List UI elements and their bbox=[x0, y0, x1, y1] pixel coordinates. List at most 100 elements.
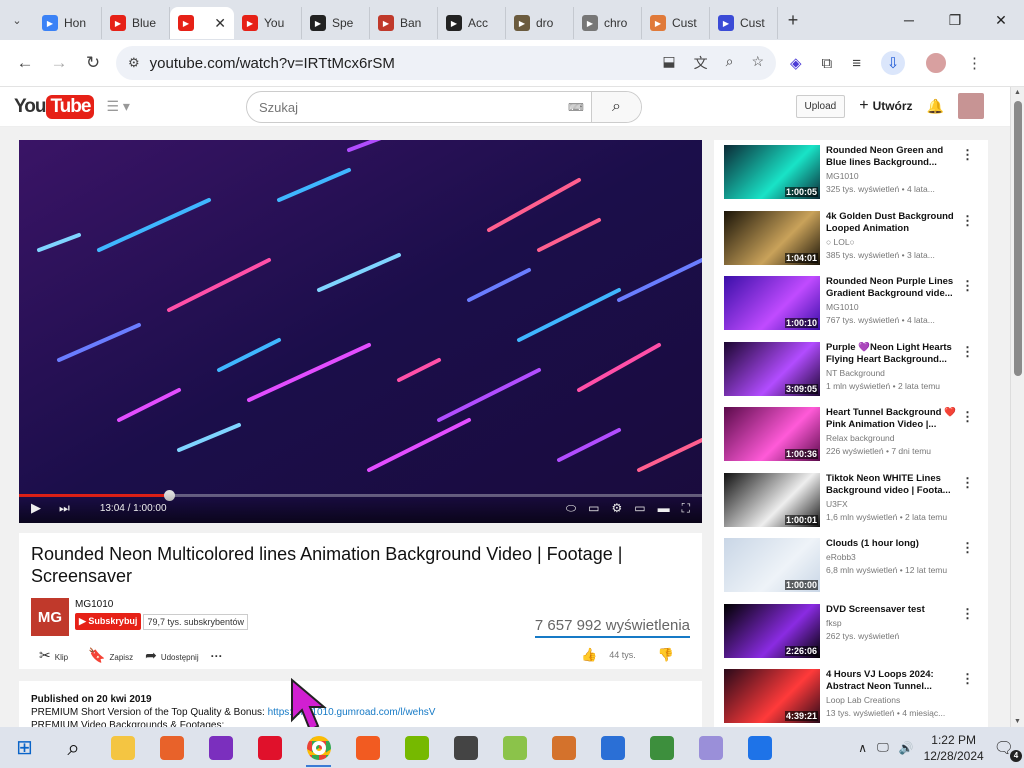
recommendation-thumbnail[interactable]: 1:00:36 bbox=[724, 407, 820, 461]
address-bar[interactable]: ⚙ youtube.com/watch?v=IRTtMcx6rSM ⬓ 文 ⌕ … bbox=[116, 46, 776, 80]
more-options-icon[interactable]: ⋮ bbox=[961, 278, 974, 294]
browser-tab[interactable]: ▶ chro bbox=[574, 7, 642, 39]
extension-icon[interactable]: ◈ bbox=[790, 54, 802, 72]
recommendation-item[interactable]: 1:04:01 4k Golden Dust Background Looped … bbox=[724, 210, 984, 269]
recommendation-title[interactable]: Clouds (1 hour long) bbox=[826, 538, 966, 550]
taskbar-app[interactable] bbox=[245, 727, 294, 768]
recommendation-thumbnail[interactable]: 1:00:05 bbox=[724, 145, 820, 199]
keyboard-icon[interactable]: ⌨ bbox=[561, 101, 591, 114]
browser-tab[interactable]: ▶ Spe bbox=[302, 7, 370, 39]
more-options-icon[interactable]: ⋮ bbox=[961, 475, 974, 491]
forward-arrow-icon[interactable]: → bbox=[42, 53, 76, 73]
recommendation-thumbnail[interactable]: 1:00:10 bbox=[724, 276, 820, 330]
taskbar-app[interactable] bbox=[392, 727, 441, 768]
recommendation-thumbnail[interactable]: 1:00:00 bbox=[724, 538, 820, 592]
recommendation-title[interactable]: 4 Hours VJ Loops 2024: Abstract Neon Tun… bbox=[826, 669, 966, 693]
site-settings-icon[interactable]: ⚙ bbox=[128, 55, 140, 71]
taskbar-app[interactable]: ⌕ bbox=[49, 727, 98, 768]
upload-button[interactable]: Upload bbox=[795, 94, 846, 118]
reload-icon[interactable]: ↻ bbox=[76, 53, 110, 73]
browser-tab[interactable]: ▶ You bbox=[234, 7, 302, 39]
taskbar-app[interactable] bbox=[686, 727, 735, 768]
tray-chevron-icon[interactable]: ∧ bbox=[858, 741, 867, 755]
scroll-up-icon[interactable]: ▲ bbox=[1014, 89, 1021, 96]
back-arrow-icon[interactable]: ← bbox=[8, 53, 42, 73]
recommendation-title[interactable]: Tiktok Neon WHITE Lines Background video… bbox=[826, 473, 966, 497]
account-avatar[interactable] bbox=[958, 93, 984, 119]
install-app-icon[interactable]: ⬓ bbox=[662, 53, 675, 73]
extensions-puzzle-icon[interactable]: ⧉ bbox=[822, 55, 833, 72]
taskbar-app[interactable] bbox=[196, 727, 245, 768]
recommendation-item[interactable]: 1:00:05 Rounded Neon Green and Blue lines… bbox=[724, 145, 984, 203]
fullscreen-icon[interactable]: ⛶ bbox=[682, 501, 690, 516]
browser-tab[interactable]: ▶ Blue bbox=[102, 7, 170, 39]
browser-tab[interactable]: ▶ Acc bbox=[438, 7, 506, 39]
guide-menu-icon[interactable]: ☰ ▾ bbox=[106, 98, 129, 115]
more-actions-button[interactable]: ··· bbox=[211, 649, 223, 663]
close-tab-icon[interactable]: ✕ bbox=[214, 15, 226, 32]
taskbar-app[interactable] bbox=[294, 727, 343, 768]
miniplayer-icon[interactable]: ▭ bbox=[634, 501, 645, 516]
captions-icon[interactable]: ▭ bbox=[588, 501, 599, 516]
search-input[interactable] bbox=[247, 99, 561, 115]
taskbar-app[interactable] bbox=[490, 727, 539, 768]
browser-tab[interactable]: ▶ Cust bbox=[710, 7, 778, 39]
like-thumb-icon[interactable]: 👍 bbox=[581, 647, 597, 663]
recommendation-title[interactable]: Rounded Neon Purple Lines Gradient Backg… bbox=[826, 276, 966, 300]
minimize-button[interactable]: ─ bbox=[886, 12, 932, 29]
recommendation-thumbnail[interactable]: 1:00:01 bbox=[724, 472, 820, 527]
media-control-icon[interactable]: ≡ bbox=[852, 55, 861, 72]
clip-button[interactable]: ✂ Klip bbox=[39, 647, 68, 664]
recommendation-item[interactable]: 1:00:00 Clouds (1 hour long) eRobb3 6,8 mln… bbox=[724, 538, 984, 596]
taskbar-app[interactable] bbox=[539, 727, 588, 768]
channel-name[interactable]: MG1010 bbox=[75, 599, 248, 610]
recommendation-thumbnail[interactable]: 4:39:21 bbox=[724, 669, 820, 723]
scrollbar-thumb[interactable] bbox=[1014, 101, 1022, 376]
more-options-icon[interactable]: ⋮ bbox=[961, 606, 974, 622]
download-icon[interactable]: ⇩ bbox=[881, 51, 906, 75]
close-window-button[interactable]: ✕ bbox=[978, 12, 1024, 29]
recommendation-title[interactable]: DVD Screensaver test bbox=[826, 604, 966, 616]
browser-tab[interactable]: ▶ ✕ bbox=[170, 7, 234, 39]
video-player[interactable]: ▶ ⏭ 13:04 / 1:00:00 ⬭ ▭ ⚙ ▭ ▬ ⛶ bbox=[19, 140, 702, 523]
recommendation-item[interactable]: 2:26:06 DVD Screensaver test fksp 262 tys. … bbox=[724, 603, 984, 662]
more-options-icon[interactable]: ⋮ bbox=[961, 213, 974, 229]
taskbar-app[interactable] bbox=[98, 727, 147, 768]
play-icon[interactable]: ▶ bbox=[31, 500, 41, 516]
chrome-menu-icon[interactable]: ⋮ bbox=[967, 54, 982, 72]
translate-icon[interactable]: 文 bbox=[694, 53, 708, 73]
recommendation-title[interactable]: Rounded Neon Green and Blue lines Backgr… bbox=[826, 145, 966, 169]
browser-tab[interactable]: ▶ dro bbox=[506, 7, 574, 39]
browser-tab[interactable]: ▶ Cust bbox=[642, 7, 710, 39]
bell-icon[interactable]: 🔔 bbox=[927, 98, 944, 115]
recommendation-title[interactable]: Purple 💜Neon Light Hearts Flying Heart B… bbox=[826, 342, 966, 366]
recommendation-title[interactable]: 4k Golden Dust Background Looped Animati… bbox=[826, 211, 966, 235]
dislike-thumb-icon[interactable]: 👎 bbox=[658, 647, 674, 663]
autoplay-toggle[interactable]: ⬭ bbox=[566, 501, 576, 516]
next-icon[interactable]: ⏭ bbox=[59, 501, 70, 516]
more-options-icon[interactable]: ⋮ bbox=[961, 147, 974, 163]
zoom-icon[interactable]: ⌕ bbox=[726, 53, 734, 73]
recommendation-item[interactable]: 4:39:21 4 Hours VJ Loops 2024: Abstract N… bbox=[724, 669, 984, 727]
recommendation-item[interactable]: 1:00:36 Heart Tunnel Background ❤️Pink An… bbox=[724, 407, 984, 465]
profile-avatar[interactable] bbox=[925, 52, 948, 74]
taskbar-app[interactable] bbox=[588, 727, 637, 768]
taskbar-app[interactable] bbox=[735, 727, 784, 768]
taskbar-app[interactable] bbox=[441, 727, 490, 768]
theater-icon[interactable]: ▬ bbox=[658, 501, 670, 516]
notification-icon[interactable]: 🗨 4 bbox=[994, 738, 1022, 762]
bookmark-star-icon[interactable]: ☆ bbox=[751, 53, 764, 73]
more-options-icon[interactable]: ⋮ bbox=[961, 344, 974, 360]
more-options-icon[interactable]: ⋮ bbox=[961, 540, 974, 556]
scroll-down-icon[interactable]: ▼ bbox=[1014, 718, 1021, 725]
search-button[interactable]: ⌕ bbox=[591, 92, 641, 122]
volume-icon[interactable]: 🔊 bbox=[899, 741, 914, 755]
recommendation-thumbnail[interactable]: 3:09:05 bbox=[724, 341, 820, 396]
browser-tab[interactable]: ▶ Hon bbox=[34, 7, 102, 39]
browser-tab[interactable]: ▶ Ban bbox=[370, 7, 438, 39]
taskbar-app[interactable]: ⊞ bbox=[0, 727, 49, 768]
share-button[interactable]: ➦ Udostępnij bbox=[145, 647, 199, 664]
taskbar-app[interactable] bbox=[343, 727, 392, 768]
more-options-icon[interactable]: ⋮ bbox=[961, 671, 974, 687]
new-tab-button[interactable]: + bbox=[778, 10, 808, 31]
